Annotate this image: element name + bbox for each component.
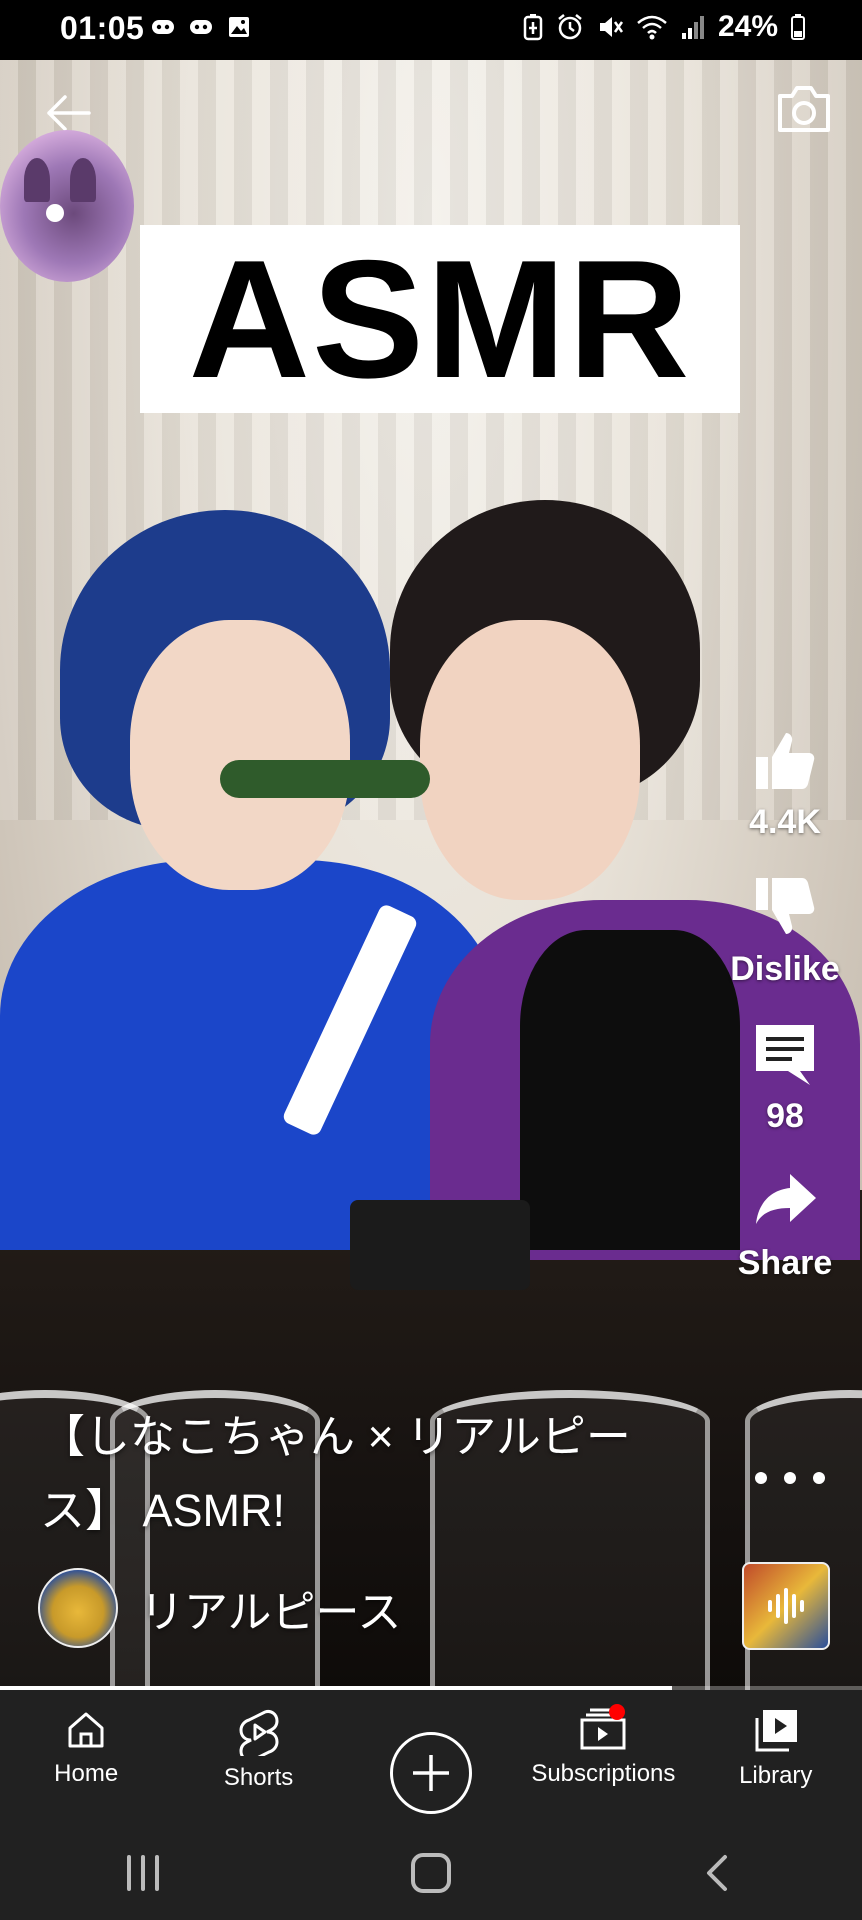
channel-avatar[interactable] <box>38 1568 118 1648</box>
video-title-line: 【しなこちゃん × リアルピー <box>40 1411 631 1462</box>
library-icon <box>755 1710 797 1752</box>
battery-icon <box>791 14 805 40</box>
home-square-icon <box>411 1852 451 1893</box>
signal-icon <box>681 16 704 39</box>
shorts-icon <box>239 1710 279 1756</box>
alarm-icon <box>558 14 582 40</box>
system-nav-bar <box>0 1830 862 1920</box>
camera-button[interactable] <box>774 82 834 142</box>
action-rail: 4.4K Dislike 98 Share <box>720 725 850 1313</box>
home-icon <box>68 1712 104 1748</box>
nav-home-label: Home <box>54 1760 119 1787</box>
asmr-banner: ASMR <box>140 225 740 413</box>
nav-subscriptions[interactable]: Subscriptions <box>517 1690 689 1788</box>
plus-icon <box>412 1755 449 1791</box>
nav-subscriptions-label: Subscriptions <box>531 1760 676 1787</box>
more-options-button[interactable] <box>755 1460 825 1496</box>
discord-icon <box>188 14 214 40</box>
comment-count: 98 <box>766 1097 804 1135</box>
thumbs-down-icon <box>756 878 815 934</box>
person-right-shirt <box>520 930 740 1250</box>
thumbs-up-icon <box>755 733 815 789</box>
more-dot-icon <box>784 1472 796 1484</box>
status-right: 24% <box>522 10 806 44</box>
share-button[interactable]: Share <box>737 1166 833 1283</box>
nav-shorts[interactable]: Shorts <box>173 1690 345 1792</box>
status-left-icons <box>150 14 252 40</box>
video-title-line: ス】 ASMR! <box>40 1485 286 1536</box>
nav-home[interactable]: Home <box>0 1690 172 1788</box>
dislike-button[interactable]: Dislike <box>730 872 840 989</box>
arrow-left-icon <box>47 95 91 131</box>
home-system-button[interactable] <box>407 1849 455 1902</box>
audio-wave-icon <box>768 1588 804 1624</box>
nav-library-label: Library <box>739 1762 813 1789</box>
back-system-button[interactable] <box>697 1851 741 1900</box>
audio-recorder <box>350 1200 530 1290</box>
bitter-melon <box>220 760 430 798</box>
battery-percent: 24% <box>717 10 778 43</box>
bottom-nav: Home Shorts Subscriptions Library <box>0 1690 862 1830</box>
floating-avatar-bubble[interactable] <box>0 130 134 282</box>
nav-create[interactable] <box>345 1690 517 1814</box>
more-dot-icon <box>755 1472 767 1484</box>
battery-saver-icon <box>523 14 543 41</box>
share-icon <box>756 1174 816 1224</box>
video-title[interactable]: 【しなこちゃん × リアルピー ス】 ASMR! <box>40 1400 690 1548</box>
channel-info[interactable]: リアルピース <box>38 1568 401 1648</box>
comment-icon <box>756 1025 814 1085</box>
like-count: 4.4K <box>749 803 821 841</box>
gallery-icon <box>226 14 252 40</box>
camera-icon <box>778 86 830 132</box>
share-label: Share <box>737 1244 833 1282</box>
person-left-jacket <box>0 860 500 1250</box>
wifi-icon <box>637 15 667 40</box>
person-left-face <box>130 620 350 890</box>
person-right-face <box>420 620 640 900</box>
avatar-eye <box>46 204 64 222</box>
recent-apps-button[interactable] <box>121 1851 165 1900</box>
more-dot-icon <box>813 1472 825 1484</box>
comments-button[interactable]: 98 <box>750 1019 820 1136</box>
nav-library[interactable]: Library <box>690 1690 862 1790</box>
dislike-label: Dislike <box>730 950 840 988</box>
mute-icon <box>599 17 623 37</box>
asmr-banner-text: ASMR <box>188 225 692 413</box>
avatar-ear <box>24 158 50 202</box>
like-button[interactable]: 4.4K <box>749 725 821 842</box>
status-time: 01:05 <box>60 10 145 46</box>
nav-shorts-label: Shorts <box>223 1764 294 1791</box>
discord-icon <box>150 14 176 40</box>
channel-name[interactable]: リアルピース <box>140 1576 401 1640</box>
create-button[interactable] <box>389 1732 472 1814</box>
status-bar: 01:05 24% <box>0 0 862 60</box>
recent-apps-icon <box>127 1854 159 1891</box>
sound-thumbnail-button[interactable] <box>742 1562 830 1650</box>
chevron-left-icon <box>707 1854 727 1891</box>
avatar-ear <box>70 158 96 202</box>
